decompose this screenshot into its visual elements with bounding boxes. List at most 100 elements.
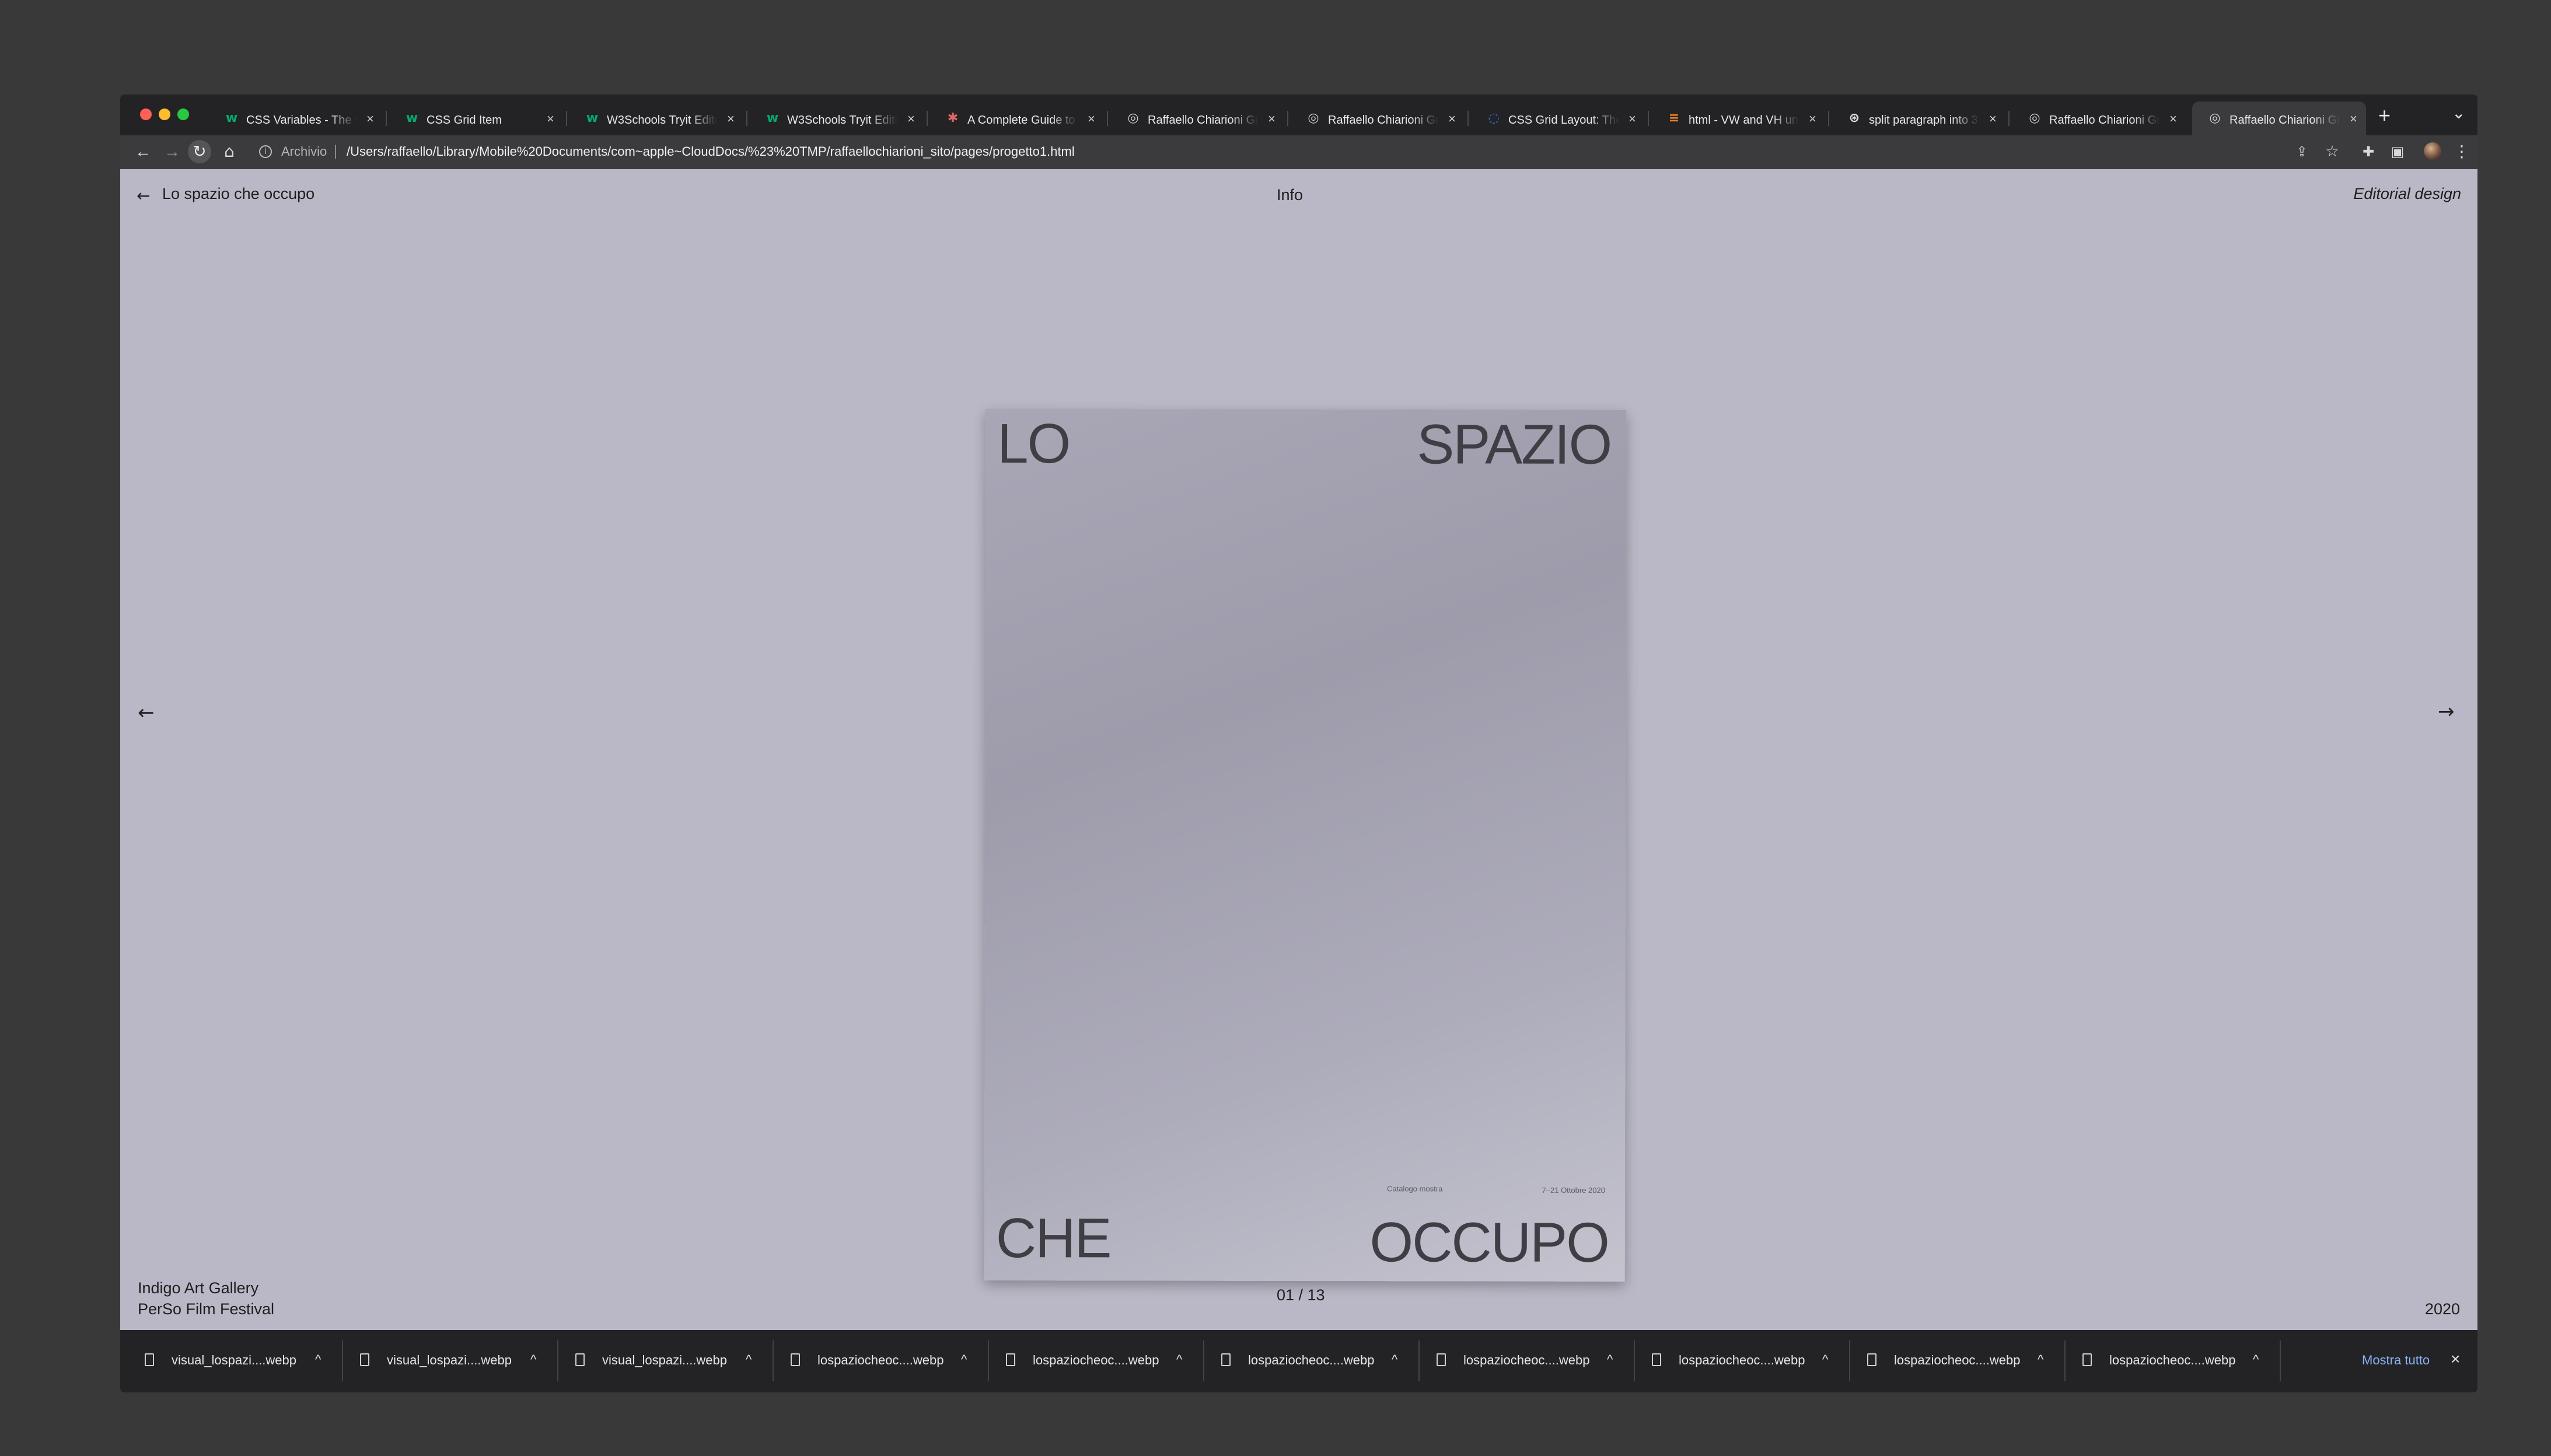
- download-filename: lospaziocheoc....webp: [1894, 1353, 2021, 1367]
- tab-close-icon[interactable]: ×: [547, 111, 554, 127]
- share-icon[interactable]: ⇪: [2292, 142, 2312, 161]
- close-downloads-bar-button[interactable]: ×: [2451, 1350, 2460, 1368]
- browser-tab[interactable]: ⊛ split paragraph into 3 columns ×: [1832, 102, 2005, 135]
- browser-tab-label: CSS Variables - The var: [246, 114, 357, 127]
- chevron-up-icon[interactable]: ^: [315, 1351, 321, 1368]
- download-item[interactable]: lospaziocheoc....webp ^: [1204, 1330, 1418, 1392]
- cover-caption-right: 7–21 Ottobre 2020: [1542, 1185, 1605, 1195]
- chevron-up-icon[interactable]: ^: [1176, 1351, 1182, 1368]
- profile-avatar[interactable]: [2424, 142, 2441, 160]
- browser-window: w CSS Variables - The var × w CSS Grid Item ×…: [120, 94, 2477, 1392]
- chevron-up-icon[interactable]: ^: [1822, 1351, 1828, 1368]
- tab-separator: [927, 111, 928, 126]
- project-category: Editorial design: [2353, 185, 2461, 202]
- download-item[interactable]: lospaziocheoc....webp ^: [1850, 1330, 2064, 1392]
- browser-tab[interactable]: ≡ html - VW and VH units ×: [1651, 102, 1825, 135]
- info-link[interactable]: Info: [1277, 184, 1303, 205]
- chevron-up-icon[interactable]: ^: [530, 1351, 536, 1368]
- globe-icon: ◎: [1127, 111, 1139, 125]
- w3schools-icon: w: [586, 111, 599, 125]
- tab-close-icon[interactable]: ×: [2169, 111, 2177, 127]
- globe-icon: ◎: [1308, 111, 1319, 125]
- tab-close-icon[interactable]: ×: [1448, 111, 1456, 127]
- back-button[interactable]: ←: [133, 142, 153, 161]
- address-url[interactable]: /Users/raffaello/Library/Mobile%20Docume…: [347, 144, 1075, 160]
- cover-word-lo: LO: [997, 412, 1070, 475]
- project-year: 2020: [2424, 1300, 2460, 1318]
- extensions-icon[interactable]: ✚: [2358, 142, 2378, 161]
- browser-tab[interactable]: ◎ Raffaello Chiarioni Graphic ×: [1291, 102, 1465, 135]
- browser-tab[interactable]: w W3Schools Tryit Editor ×: [569, 102, 743, 135]
- back-arrow-icon[interactable]: ←: [137, 186, 150, 206]
- browser-menu-icon[interactable]: ⋮: [2452, 142, 2472, 161]
- tab-close-icon[interactable]: ×: [1989, 111, 1997, 127]
- home-button[interactable]: ⌂: [219, 142, 239, 161]
- browser-tab[interactable]: ◎ Raffaello Chiarioni Graphic ×: [2192, 102, 2366, 135]
- previous-image-arrow-icon[interactable]: ←: [138, 702, 155, 723]
- cover-word-che: CHE: [995, 1207, 1111, 1270]
- chevron-up-icon[interactable]: ^: [2253, 1351, 2259, 1368]
- tab-search-button[interactable]: ⌄: [2452, 102, 2465, 125]
- download-filename: visual_lospazi....webp: [602, 1353, 728, 1367]
- browser-tab[interactable]: w CSS Variables - The var ×: [209, 102, 383, 135]
- browser-tab[interactable]: ◎ Raffaello Chiarioni Graphic ×: [1110, 102, 1284, 135]
- file-icon: [360, 1353, 369, 1366]
- chevron-up-icon[interactable]: ^: [961, 1351, 967, 1368]
- browser-tab[interactable]: ◌ CSS Grid Layout: The Fr Unit ×: [1471, 102, 1645, 135]
- tab-close-icon[interactable]: ×: [1088, 111, 1095, 127]
- image-counter: 01 / 13: [1277, 1286, 1325, 1304]
- w3schools-icon: w: [406, 111, 418, 125]
- download-item[interactable]: visual_lospazi....webp ^: [343, 1330, 557, 1392]
- download-filename: lospaziocheoc....webp: [1033, 1353, 1159, 1367]
- file-icon: [1221, 1353, 1231, 1366]
- file-icon: [1437, 1353, 1446, 1366]
- project-title[interactable]: Lo spazio che occupo: [162, 183, 314, 204]
- download-item[interactable]: lospaziocheoc....webp ^: [988, 1330, 1203, 1392]
- chevron-up-icon[interactable]: ^: [2038, 1351, 2043, 1368]
- bookmark-star-icon[interactable]: ☆: [2322, 142, 2342, 161]
- tab-close-icon[interactable]: ×: [1809, 111, 1816, 127]
- tab-close-icon[interactable]: ×: [907, 111, 915, 127]
- new-tab-button[interactable]: +: [2378, 103, 2391, 128]
- file-icon: [575, 1353, 585, 1366]
- chevron-up-icon[interactable]: ^: [746, 1351, 752, 1368]
- download-item[interactable]: lospaziocheoc....webp ^: [1419, 1330, 1634, 1392]
- tab-close-icon[interactable]: ×: [727, 111, 735, 127]
- download-filename: lospaziocheoc....webp: [1463, 1353, 1590, 1367]
- w3schools-icon: w: [225, 111, 238, 125]
- minimize-window-button[interactable]: [159, 108, 170, 120]
- show-all-downloads-link[interactable]: Mostra tutto: [2362, 1352, 2430, 1368]
- browser-tab-label: Raffaello Chiarioni Graphic: [2229, 114, 2340, 127]
- tab-close-icon[interactable]: ×: [366, 111, 374, 127]
- download-item[interactable]: lospaziocheoc....webp ^: [1634, 1330, 1849, 1392]
- reload-button[interactable]: ↻: [188, 140, 211, 163]
- browser-tab-label: Raffaello Chiarioni Graphic: [1148, 114, 1259, 127]
- tab-separator: [1828, 111, 1829, 126]
- download-item[interactable]: lospaziocheoc....webp ^: [2065, 1330, 2280, 1392]
- zoom-window-button[interactable]: [177, 108, 189, 120]
- browser-tab[interactable]: w CSS Grid Item ×: [389, 102, 563, 135]
- site-info-icon[interactable]: i: [259, 145, 272, 158]
- browser-toolbar: ← → ↻ ⌂ i Archivio /Users/raffaello/Libr…: [120, 135, 2477, 169]
- download-item[interactable]: visual_lospazi....webp ^: [558, 1330, 773, 1392]
- browser-tab-label: CSS Grid Layout: The Fr Unit: [1508, 114, 1619, 127]
- close-window-button[interactable]: [140, 108, 152, 120]
- download-item[interactable]: lospaziocheoc....webp ^: [773, 1330, 988, 1392]
- tab-close-icon[interactable]: ×: [1629, 111, 1636, 127]
- file-icon: [791, 1353, 800, 1366]
- tab-separator: [746, 111, 747, 126]
- chevron-up-icon[interactable]: ^: [1607, 1351, 1613, 1368]
- browser-tab-label: Raffaello Chiarioni Graphic: [1328, 114, 1439, 127]
- side-panel-icon[interactable]: ▣: [2388, 142, 2407, 161]
- browser-tab[interactable]: w W3Schools Tryit Editor ×: [750, 102, 924, 135]
- forward-button[interactable]: →: [162, 142, 182, 161]
- next-image-arrow-icon[interactable]: →: [2438, 701, 2455, 722]
- chevron-up-icon[interactable]: ^: [1392, 1351, 1397, 1368]
- address-origin-label: Archivio: [281, 144, 327, 159]
- tab-close-icon[interactable]: ×: [2350, 111, 2357, 127]
- download-item[interactable]: visual_lospazi....webp ^: [127, 1330, 342, 1392]
- download-filename: visual_lospazi....webp: [172, 1353, 297, 1367]
- tab-close-icon[interactable]: ×: [1268, 111, 1276, 127]
- browser-tab[interactable]: ◎ Raffaello Chiarioni Graphic ×: [2012, 102, 2186, 135]
- browser-tab[interactable]: ✱ A Complete Guide to Flexbox ×: [930, 102, 1104, 135]
